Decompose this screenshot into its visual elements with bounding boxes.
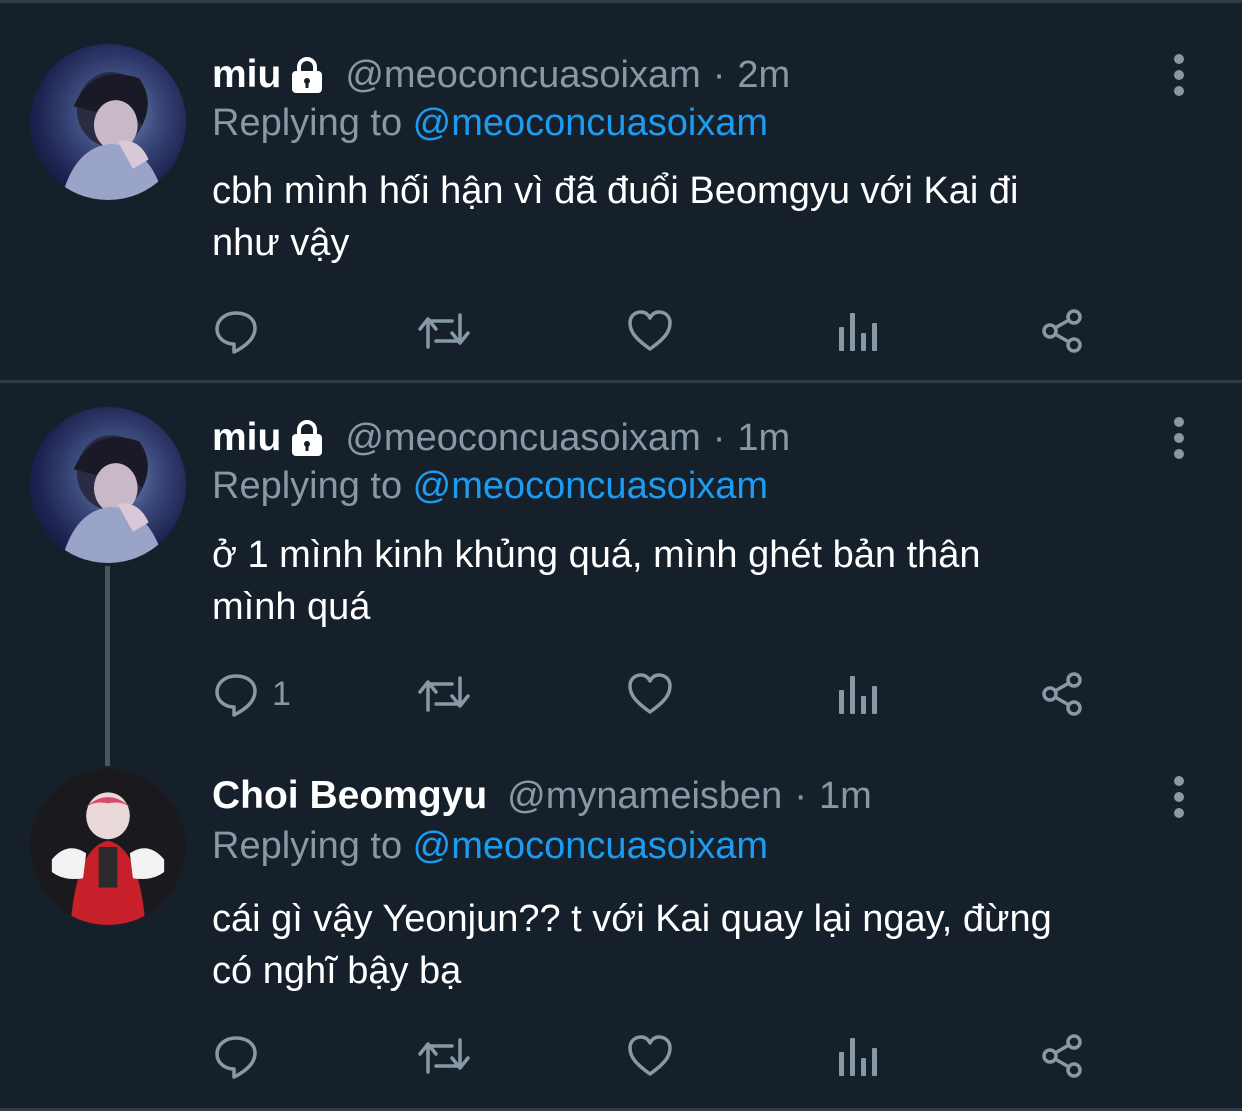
reply-icon — [215, 1036, 257, 1079]
tweet-1[interactable]: miu @meoconcuasoixam · 2m Replying to @m… — [0, 0, 1242, 380]
share-icon — [1042, 309, 1082, 353]
share-button[interactable] — [1038, 306, 1086, 356]
reply-button[interactable]: 1 — [212, 669, 291, 719]
user-handle[interactable]: @meoconcuasoixam — [345, 417, 700, 460]
share-button[interactable] — [1038, 669, 1086, 719]
reply-icon — [215, 311, 257, 354]
lock-icon — [287, 418, 327, 458]
replying-to: Replying to @meoconcuasoixam — [212, 465, 768, 508]
tweet-text: cái gì vậy Yeonjun?? t với Kai quay lại … — [212, 898, 1052, 992]
separator-dot: · — [712, 53, 726, 96]
tweet-text: ở 1 mình kinh khủng quá, mình ghét bản t… — [212, 534, 981, 628]
reply-button[interactable] — [212, 1031, 272, 1081]
retweet-icon — [418, 676, 470, 712]
analytics-button[interactable] — [834, 306, 882, 356]
reply-icon — [215, 674, 257, 717]
analytics-icon — [839, 1038, 877, 1076]
display-name[interactable]: miu — [212, 53, 281, 97]
retweet-icon — [418, 1038, 470, 1074]
retweet-button[interactable] — [416, 1031, 472, 1081]
retweet-icon — [418, 313, 470, 349]
share-button[interactable] — [1038, 1031, 1086, 1081]
user-handle[interactable]: @meoconcuasoixam — [345, 54, 700, 97]
display-name[interactable]: miu — [212, 416, 281, 460]
separator-dot: · — [794, 774, 807, 817]
avatar-miu-image — [61, 72, 165, 200]
replying-mention-link[interactable]: @meoconcuasoixam — [413, 465, 768, 507]
more-vertical-icon[interactable] — [1166, 416, 1192, 460]
timestamp[interactable]: 1m — [737, 417, 790, 460]
replying-mention-link[interactable]: @meoconcuasoixam — [413, 825, 768, 867]
retweet-button[interactable] — [416, 306, 472, 356]
replying-to: Replying to @meoconcuasoixam — [212, 825, 768, 868]
reply-count: 1 — [272, 674, 291, 713]
more-vertical-icon[interactable] — [1166, 53, 1192, 97]
reply-button[interactable] — [212, 306, 272, 356]
avatar-miu-image — [61, 435, 165, 563]
heart-icon — [628, 673, 672, 714]
display-name[interactable]: Choi Beomgyu — [212, 774, 487, 818]
avatar-miu[interactable] — [30, 44, 186, 200]
like-button[interactable] — [626, 1031, 674, 1081]
replying-prefix: Replying to — [212, 825, 413, 867]
like-button[interactable] — [626, 669, 674, 719]
retweet-button[interactable] — [416, 669, 472, 719]
heart-icon — [628, 310, 672, 351]
replying-to: Replying to @meoconcuasoixam — [212, 102, 768, 145]
avatar-beomgyu-image — [30, 769, 186, 925]
action-bar — [212, 1031, 1092, 1081]
tweet-header: miu @meoconcuasoixam · 1m — [212, 413, 790, 463]
timestamp[interactable]: 2m — [737, 54, 790, 97]
tweet-3[interactable]: Choi Beomgyu @mynameisben · 1m Replying … — [0, 743, 1242, 1108]
replying-mention-link[interactable]: @meoconcuasoixam — [413, 102, 768, 144]
tweet-header: Choi Beomgyu @mynameisben · 1m — [212, 771, 872, 821]
tweet-text: cbh mình hối hận vì đã đuổi Beomgyu với … — [212, 170, 1019, 264]
action-bar — [212, 306, 1092, 356]
timestamp[interactable]: 1m — [819, 775, 872, 818]
analytics-button[interactable] — [834, 669, 882, 719]
tweet-header: miu @meoconcuasoixam · 2m — [212, 50, 790, 100]
separator-dot: · — [712, 416, 726, 459]
action-bar: 1 — [212, 669, 1092, 719]
heart-icon — [628, 1035, 672, 1076]
replying-prefix: Replying to — [212, 102, 413, 144]
like-button[interactable] — [626, 306, 674, 356]
share-icon — [1042, 1034, 1082, 1078]
avatar-miu[interactable] — [30, 407, 186, 563]
analytics-button[interactable] — [834, 1031, 882, 1081]
analytics-icon — [839, 313, 877, 351]
lock-icon — [287, 55, 327, 95]
analytics-icon — [839, 676, 877, 714]
tweet-2[interactable]: miu @meoconcuasoixam · 1m Replying to @m… — [0, 383, 1242, 743]
more-vertical-icon[interactable] — [1166, 775, 1192, 819]
thread-connector-line — [105, 566, 110, 766]
replying-prefix: Replying to — [212, 465, 413, 507]
user-handle[interactable]: @mynameisben — [507, 775, 782, 818]
share-icon — [1042, 672, 1082, 716]
avatar-beomgyu[interactable] — [30, 769, 186, 925]
